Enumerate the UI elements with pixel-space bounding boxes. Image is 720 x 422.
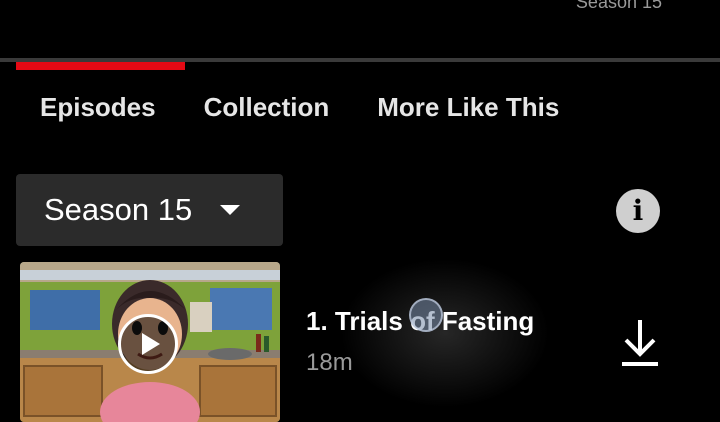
info-icon: i: [632, 194, 644, 227]
tab-bar: Episodes Collection More Like This: [40, 92, 559, 123]
tab-collection[interactable]: Collection: [204, 92, 330, 123]
info-button[interactable]: i: [616, 189, 660, 233]
download-button[interactable]: [616, 316, 664, 368]
chevron-down-icon: [220, 205, 241, 215]
play-icon[interactable]: [118, 314, 178, 374]
episode-row: 1. Trials of Fasting 18m: [0, 262, 720, 422]
download-icon: [622, 320, 658, 366]
tab-more-like-this[interactable]: More Like This: [377, 92, 559, 123]
episode-duration: 18m: [306, 349, 353, 376]
tab-episodes[interactable]: Episodes: [40, 92, 156, 123]
touch-indicator: [409, 298, 443, 332]
season-dropdown-label: Season 15: [44, 192, 193, 227]
season-header-partial: Season 15: [575, 0, 662, 12]
episode-thumbnail[interactable]: [20, 262, 280, 422]
active-tab-indicator: [16, 62, 185, 70]
season-dropdown[interactable]: Season 15: [16, 174, 283, 246]
